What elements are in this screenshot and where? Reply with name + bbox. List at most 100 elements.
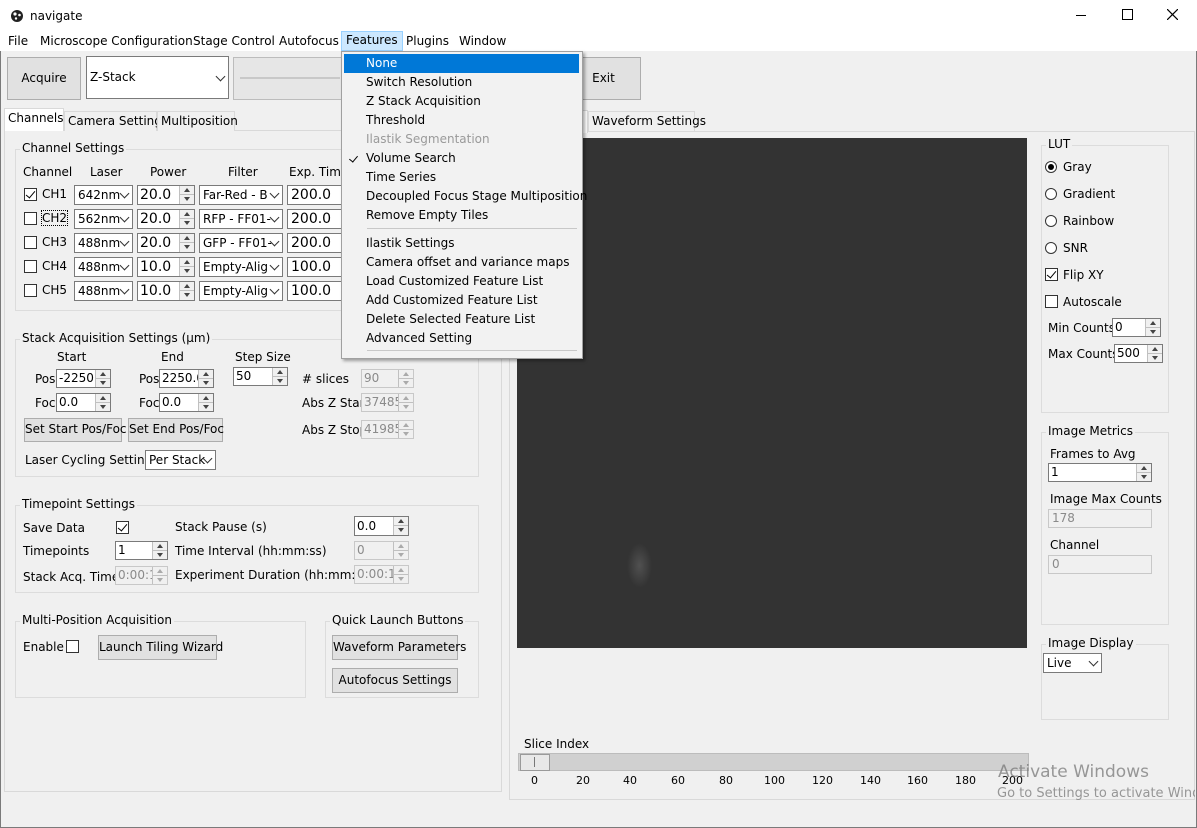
acquire-button[interactable]: Acquire xyxy=(7,57,81,100)
spin-down-icon[interactable] xyxy=(198,378,213,387)
tab-multiposition[interactable]: Multiposition xyxy=(157,111,238,131)
features-item-delete-feature-list[interactable]: Delete Selected Feature List xyxy=(344,310,579,329)
spin-up-icon[interactable] xyxy=(198,370,213,379)
features-item-ilastik-settings[interactable]: Ilastik Settings xyxy=(344,234,579,253)
max-counts-spinbox[interactable]: 500 xyxy=(1114,344,1163,363)
spin-up-icon[interactable] xyxy=(1136,464,1151,473)
ch3-checkbox[interactable] xyxy=(24,236,37,249)
ch2-filter-select[interactable]: RFP - FF01- xyxy=(199,209,283,229)
features-item-none[interactable]: None xyxy=(344,54,579,73)
spin-down-icon[interactable] xyxy=(1147,353,1162,362)
ch1-exposure-input[interactable]: 200.0 xyxy=(287,185,344,205)
end-pos-spinbox[interactable]: 2250.0 xyxy=(159,369,214,388)
spin-down-icon[interactable] xyxy=(1136,472,1151,481)
slider-handle[interactable] xyxy=(520,754,550,771)
launch-tiling-wizard-button[interactable]: Launch Tiling Wizard xyxy=(98,635,223,660)
spin-up-icon[interactable] xyxy=(95,394,110,403)
ch3-power-spinbox[interactable]: 20.0 xyxy=(137,233,195,253)
spin-down-icon[interactable] xyxy=(179,219,194,228)
maximize-icon[interactable] xyxy=(1122,9,1133,20)
features-item-decoupled-focus-stage[interactable]: Decoupled Focus Stage Multiposition xyxy=(344,187,587,206)
ch2-power-spinbox[interactable]: 20.0 xyxy=(137,209,195,229)
ch4-checkbox[interactable] xyxy=(24,260,37,273)
step-size-spinbox[interactable]: 50 xyxy=(233,367,288,386)
min-counts-spinbox[interactable]: 0 xyxy=(1112,318,1161,337)
lut-snr-radio[interactable] xyxy=(1045,242,1057,254)
ch5-exposure-input[interactable]: 100.0 xyxy=(287,281,344,301)
lut-rainbow-radio[interactable] xyxy=(1045,215,1057,227)
menu-autofocus[interactable]: Autofocus xyxy=(275,33,343,51)
tab-channels[interactable]: Channels xyxy=(4,108,64,131)
multiposition-enable-checkbox[interactable] xyxy=(66,640,79,653)
start-foc-spinbox[interactable]: 0.0 xyxy=(56,393,111,412)
features-item-advanced-setting[interactable]: Advanced Setting xyxy=(344,329,579,348)
spin-down-icon[interactable] xyxy=(1145,327,1160,336)
ch5-checkbox[interactable] xyxy=(24,284,37,297)
tab-camera-settings[interactable]: Camera Settings xyxy=(64,111,168,131)
image-canvas[interactable] xyxy=(517,138,1027,648)
set-start-pos-foc-button[interactable]: Set Start Pos/Foc xyxy=(24,418,127,442)
spin-down-icon[interactable] xyxy=(95,378,110,387)
features-item-camera-offset-maps[interactable]: Camera offset and variance maps xyxy=(344,253,579,272)
menu-window[interactable]: Window xyxy=(455,33,510,51)
spin-up-icon[interactable] xyxy=(198,394,213,403)
spin-down-icon[interactable] xyxy=(179,195,194,204)
slice-index-slider[interactable] xyxy=(518,753,1029,771)
menu-features[interactable]: Features xyxy=(341,31,403,51)
spin-up-icon[interactable] xyxy=(179,282,194,291)
image-display-select[interactable]: Live xyxy=(1043,653,1102,673)
spin-down-icon[interactable] xyxy=(393,526,408,535)
spin-up-icon[interactable] xyxy=(1147,345,1162,354)
features-item-add-feature-list[interactable]: Add Customized Feature List xyxy=(344,291,579,310)
ch4-laser-select[interactable]: 488nm xyxy=(74,257,133,277)
minimize-icon[interactable] xyxy=(1076,15,1086,16)
features-item-time-series[interactable]: Time Series xyxy=(344,168,579,187)
menu-stage-control[interactable]: Stage Control xyxy=(189,33,279,51)
waveform-parameters-button[interactable]: Waveform Parameters xyxy=(332,635,466,660)
spin-up-icon[interactable] xyxy=(95,370,110,379)
flip-xy-checkbox[interactable] xyxy=(1045,268,1058,281)
tab-waveform-settings[interactable]: Waveform Settings xyxy=(588,111,706,131)
spin-down-icon[interactable] xyxy=(95,402,110,411)
autoscale-checkbox[interactable] xyxy=(1045,295,1058,308)
spin-up-icon[interactable] xyxy=(393,517,408,526)
spin-up-icon[interactable] xyxy=(179,186,194,195)
ch2-laser-select[interactable]: 562nm xyxy=(74,209,133,229)
timepoints-spinbox[interactable]: 1 xyxy=(115,541,168,560)
features-item-load-feature-list[interactable]: Load Customized Feature List xyxy=(344,272,579,291)
spin-up-icon[interactable] xyxy=(179,258,194,267)
spin-down-icon[interactable] xyxy=(198,402,213,411)
ch2-exposure-input[interactable]: 200.0 xyxy=(287,209,344,229)
ch4-filter-select[interactable]: Empty-Alig xyxy=(199,257,283,277)
spin-down-icon[interactable] xyxy=(152,550,167,559)
ch3-exposure-input[interactable]: 200.0 xyxy=(287,233,344,253)
menu-plugins[interactable]: Plugins xyxy=(402,33,453,51)
acquisition-mode-select[interactable]: Z-Stack xyxy=(86,56,229,99)
features-item-z-stack-acquisition[interactable]: Z Stack Acquisition xyxy=(344,92,579,111)
ch1-checkbox[interactable] xyxy=(24,188,37,201)
ch5-power-spinbox[interactable]: 10.0 xyxy=(137,281,195,301)
spin-down-icon[interactable] xyxy=(179,291,194,300)
menu-file[interactable]: File xyxy=(4,33,32,51)
frames-to-avg-spinbox[interactable]: 1 xyxy=(1048,463,1152,482)
spin-up-icon[interactable] xyxy=(179,234,194,243)
ch1-filter-select[interactable]: Far-Red - B xyxy=(199,185,283,205)
features-item-volume-search[interactable]: Volume Search xyxy=(344,149,579,168)
spin-down-icon[interactable] xyxy=(179,267,194,276)
ch3-filter-select[interactable]: GFP - FF01- xyxy=(199,233,283,253)
save-data-checkbox[interactable] xyxy=(116,521,129,534)
close-icon[interactable] xyxy=(1167,9,1178,20)
features-item-remove-empty-tiles[interactable]: Remove Empty Tiles xyxy=(344,206,579,225)
stack-pause-spinbox[interactable]: 0.0 xyxy=(354,516,409,536)
spin-up-icon[interactable] xyxy=(179,210,194,219)
spin-down-icon[interactable] xyxy=(179,243,194,252)
ch1-power-spinbox[interactable]: 20.0 xyxy=(137,185,195,205)
menu-microscope-configuration[interactable]: Microscope Configuration xyxy=(36,33,197,51)
ch5-laser-select[interactable]: 488nm xyxy=(74,281,133,301)
autofocus-settings-button[interactable]: Autofocus Settings xyxy=(332,668,458,693)
start-pos-spinbox[interactable]: -2250.0 xyxy=(56,369,111,388)
spin-up-icon[interactable] xyxy=(1145,319,1160,328)
set-end-pos-foc-button[interactable]: Set End Pos/Foc xyxy=(128,418,224,442)
spin-up-icon[interactable] xyxy=(152,542,167,551)
ch4-exposure-input[interactable]: 100.0 xyxy=(287,257,344,277)
